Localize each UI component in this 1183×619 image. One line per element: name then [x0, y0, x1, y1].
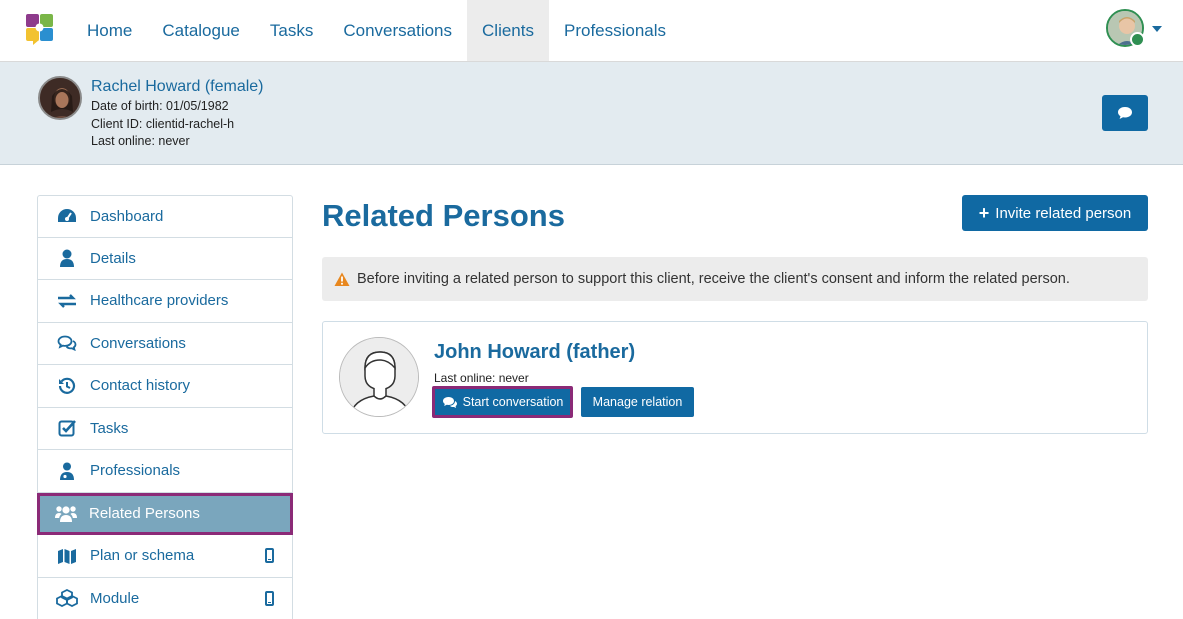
sidebar-item-label: Details	[90, 249, 136, 267]
sidebar-item-plan-or-schema[interactable]: Plan or schema	[37, 535, 293, 578]
check-square-icon	[56, 418, 78, 438]
sidebar-item-label: Tasks	[90, 419, 129, 437]
client-name[interactable]: Rachel Howard (female)	[91, 78, 264, 96]
eye-icon	[1130, 32, 1145, 47]
chat-button[interactable]	[1102, 95, 1148, 131]
client-sidebar: Dashboard Details Healthcare providers C…	[37, 195, 293, 619]
alert-text: Before inviting a related person to supp…	[357, 271, 1070, 287]
user-icon	[56, 248, 78, 268]
client-dob: Date of birth: 01/05/1982	[91, 99, 229, 113]
comments-icon	[442, 396, 457, 408]
cubes-icon	[56, 588, 78, 608]
nav-tasks[interactable]: Tasks	[255, 0, 328, 61]
mobile-icon	[265, 590, 274, 606]
sidebar-item-label: Related Persons	[89, 505, 200, 523]
client-id: Client ID: clientid-rachel-h	[91, 117, 235, 131]
exchange-icon	[56, 291, 78, 311]
start-conversation-label: Start conversation	[462, 395, 564, 409]
related-person-name[interactable]: John Howard (father)	[434, 341, 635, 364]
app-logo[interactable]	[25, 13, 55, 45]
sidebar-item-label: Dashboard	[90, 207, 164, 225]
sidebar-item-professionals[interactable]: Professionals	[37, 450, 293, 493]
sidebar-item-healthcare-providers[interactable]: Healthcare providers	[37, 280, 293, 323]
sidebar-item-tasks[interactable]: Tasks	[37, 407, 293, 450]
sidebar-item-dashboard[interactable]: Dashboard	[37, 195, 293, 238]
dashboard-icon	[56, 206, 78, 226]
mobile-icon	[265, 548, 274, 563]
related-person-last-online: Last online: never	[434, 371, 529, 385]
invite-button-label: Invite related person	[995, 204, 1132, 222]
client-last-online: Last online: never	[91, 134, 190, 148]
sidebar-item-label: Module	[90, 589, 140, 607]
nav-catalogue[interactable]: Catalogue	[147, 0, 255, 61]
sidebar-item-label: Plan or schema	[90, 547, 195, 565]
comments-icon	[56, 333, 78, 353]
warning-icon	[334, 272, 350, 287]
client-header: Rachel Howard (female) Date of birth: 01…	[0, 62, 1183, 165]
map-icon	[56, 546, 78, 566]
top-navbar: Home Catalogue Tasks Conversations Clien…	[0, 0, 1183, 62]
nav-home[interactable]: Home	[72, 0, 147, 61]
sidebar-item-label: Contact history	[90, 377, 191, 395]
consent-alert: Before inviting a related person to supp…	[322, 257, 1148, 301]
sidebar-item-related-persons[interactable]: Related Persons	[37, 492, 293, 535]
sidebar-item-label: Healthcare providers	[90, 292, 229, 310]
main-nav: Home Catalogue Tasks Conversations Clien…	[72, 0, 681, 61]
history-icon	[56, 376, 78, 396]
chevron-down-icon[interactable]	[1152, 26, 1162, 32]
manage-relation-button[interactable]: Manage relation	[581, 387, 694, 417]
sidebar-item-label: Conversations	[90, 334, 186, 352]
doctor-icon	[56, 461, 78, 481]
nav-conversations[interactable]: Conversations	[328, 0, 467, 61]
sidebar-item-conversations[interactable]: Conversations	[37, 322, 293, 365]
sidebar-item-module[interactable]: Module	[37, 577, 293, 619]
comment-icon	[1118, 107, 1132, 119]
client-avatar	[38, 76, 82, 120]
plus-icon: +	[978, 202, 990, 223]
sidebar-item-contact-history[interactable]: Contact history	[37, 365, 293, 408]
nav-clients[interactable]: Clients	[467, 0, 549, 61]
page-title: Related Persons	[322, 198, 565, 233]
users-icon	[55, 504, 77, 524]
sidebar-item-label: Professionals	[90, 462, 181, 480]
sidebar-item-details[interactable]: Details	[37, 237, 293, 280]
invite-related-person-button[interactable]: + Invite related person	[962, 195, 1148, 231]
start-conversation-button[interactable]: Start conversation	[432, 386, 573, 418]
related-person-card: John Howard (father) Last online: never …	[322, 321, 1148, 434]
manage-relation-label: Manage relation	[592, 395, 683, 409]
nav-professionals[interactable]: Professionals	[549, 0, 681, 61]
related-person-avatar	[339, 337, 419, 417]
